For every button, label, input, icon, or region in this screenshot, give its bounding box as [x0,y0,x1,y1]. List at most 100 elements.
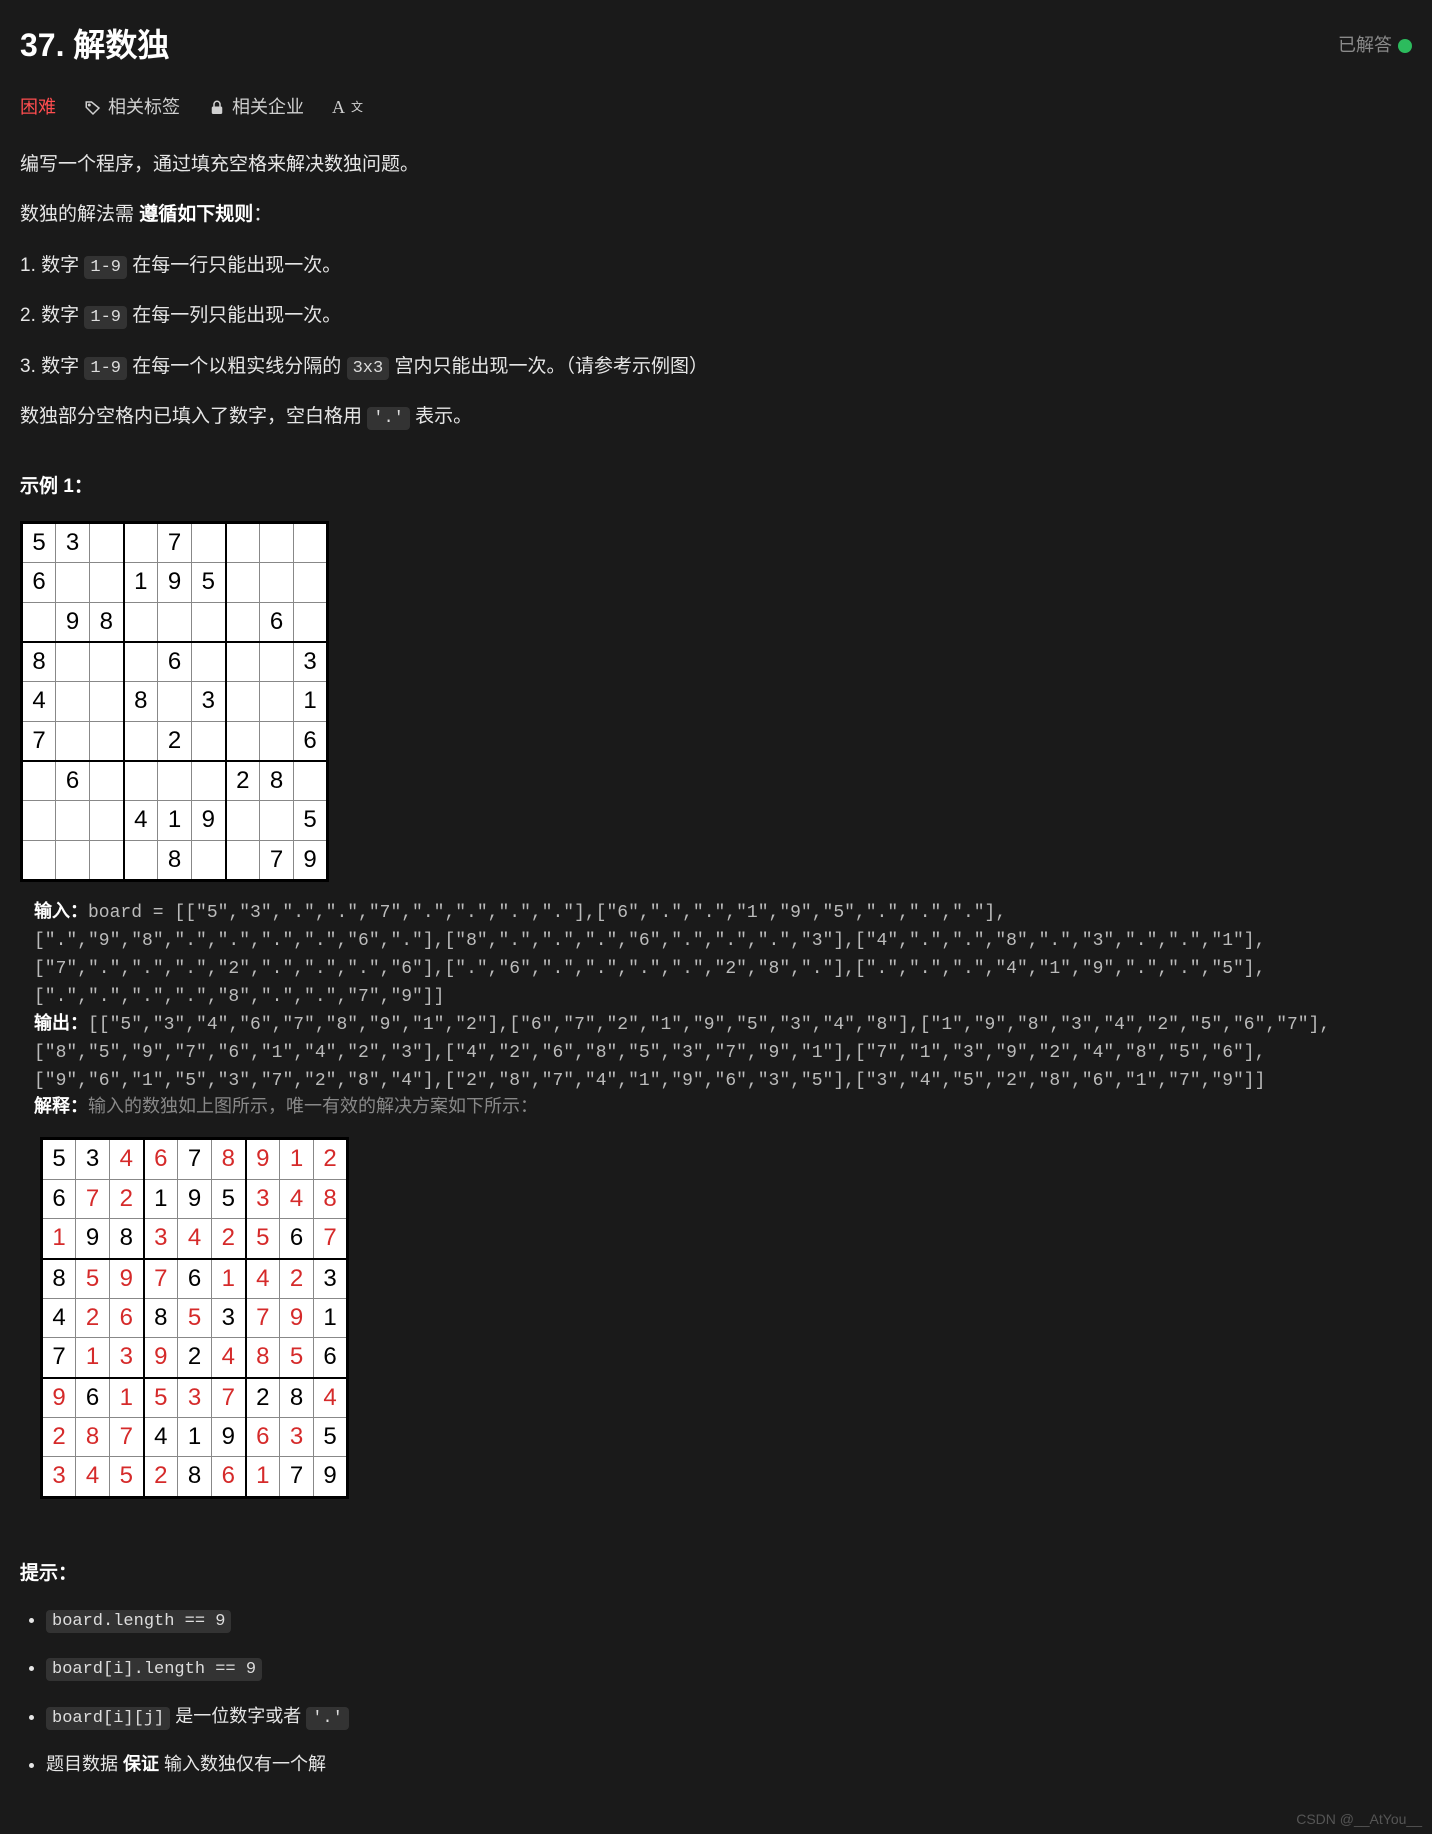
sudoku-cell [90,522,124,562]
sudoku-cell: 7 [260,840,294,880]
sudoku-cell: 8 [144,1298,178,1337]
sudoku-cell: 9 [110,1259,144,1299]
watermark: CSDN @__AtYou__ [1296,1808,1422,1830]
solved-status: 已解答 [1338,31,1412,60]
sudoku-cell: 2 [212,1219,246,1259]
sudoku-cell [226,642,260,682]
io-block: 输入：board = [["5","3",".",".","7",".","."… [34,900,1412,1123]
sudoku-cell [124,721,158,761]
rule2-code: 1-9 [84,306,127,329]
rule1-post: 在每一行只能出现一次。 [127,255,341,276]
tab-companies[interactable]: 相关企业 [208,93,304,122]
rule-3: 3. 数字 1-9 在每一个以粗实线分隔的 3x3 宫内只能出现一次。（请参考示… [20,352,1412,382]
tab-companies-label: 相关企业 [232,93,304,122]
solved-label: 已解答 [1338,31,1392,60]
rule1-code: 1-9 [84,256,127,279]
tab-tags[interactable]: 相关标签 [84,93,180,122]
sudoku-cell [260,642,294,682]
sudoku-cell: 4 [314,1378,348,1418]
sudoku-cell: 8 [280,1378,314,1418]
hints-list: board.length == 9board[i].length == 9boa… [20,1605,1412,1778]
sudoku-cell: 4 [246,1259,280,1299]
sudoku-cell [226,682,260,721]
input-label: 输入： [34,903,88,923]
output-label: 输出： [34,1015,88,1035]
sudoku-cell: 8 [110,1219,144,1259]
sudoku-cell: 5 [22,522,56,562]
sudoku-cell: 3 [144,1219,178,1259]
sudoku-cell: 7 [110,1418,144,1457]
sudoku-cell: 4 [42,1298,76,1337]
sudoku-cell: 6 [246,1418,280,1457]
sudoku-cell [192,761,226,801]
hint-item: board[i][j] 是一位数字或者 '.' [46,1702,1412,1732]
sudoku-cell: 1 [178,1418,212,1457]
sudoku-cell [226,801,260,840]
sudoku-cell: 4 [212,1338,246,1378]
sudoku-cell: 1 [144,1179,178,1218]
rule3-post: 宫内只能出现一次。（请参考示例图） [389,356,708,377]
sudoku-cell [22,801,56,840]
sudoku-cell [192,840,226,880]
sudoku-cell [90,642,124,682]
rule1-pre: 1. 数字 [20,255,84,276]
sudoku-cell: 6 [280,1219,314,1259]
sudoku-cell: 8 [212,1139,246,1179]
sudoku-cell: 9 [158,563,192,602]
solved-dot-icon [1398,39,1412,53]
sudoku-cell [90,801,124,840]
sudoku-cell [192,642,226,682]
sudoku-cell [226,721,260,761]
sudoku-cell [22,602,56,642]
sudoku-cell: 2 [144,1457,178,1497]
sudoku-cell: 7 [144,1259,178,1299]
sudoku-cell: 8 [260,761,294,801]
sudoku-cell: 7 [280,1457,314,1497]
sudoku-cell: 7 [158,522,192,562]
sudoku-cell: 2 [110,1179,144,1218]
sudoku-cell [226,522,260,562]
sudoku-cell: 1 [158,801,192,840]
tab-fontsize[interactable]: A文 [332,93,363,122]
sudoku-cell: 2 [178,1338,212,1378]
sudoku-cell: 9 [246,1139,280,1179]
sudoku-cell: 3 [178,1378,212,1418]
sudoku-cell: 6 [144,1139,178,1179]
sudoku-cell: 2 [280,1259,314,1299]
rule-2: 2. 数字 1-9 在每一列只能出现一次。 [20,301,1412,331]
hint-item: 题目数据 保证 输入数独仅有一个解 [46,1750,1412,1779]
sudoku-cell: 1 [212,1259,246,1299]
sudoku-cell: 1 [42,1219,76,1259]
note-pre: 数独部分空格内已填入了数字，空白格用 [20,406,367,427]
note-text: 数独部分空格内已填入了数字，空白格用 '.' 表示。 [20,402,1412,432]
sudoku-cell: 8 [42,1259,76,1299]
sudoku-cell: 7 [314,1219,348,1259]
sudoku-cell: 7 [178,1139,212,1179]
sudoku-cell: 5 [110,1457,144,1497]
sudoku-cell [260,522,294,562]
hint-item: board.length == 9 [46,1605,1412,1635]
sudoku-cell: 8 [158,840,192,880]
sudoku-cell: 6 [178,1259,212,1299]
sudoku-cell: 5 [178,1298,212,1337]
sudoku-cell: 1 [246,1457,280,1497]
sudoku-cell: 9 [212,1418,246,1457]
sudoku-cell: 9 [314,1457,348,1497]
sudoku-cell: 3 [76,1139,110,1179]
sudoku-cell [90,682,124,721]
sudoku-cell: 4 [124,801,158,840]
input-text: board = [["5","3",".",".","7",".",".",".… [34,903,1265,1007]
sudoku-cell [56,642,90,682]
sudoku-cell: 2 [226,761,260,801]
sudoku-cell: 3 [42,1457,76,1497]
sudoku-cell [124,602,158,642]
note-post: 表示。 [410,406,472,427]
fontsize-icon: A [332,93,345,122]
sudoku-cell: 6 [22,563,56,602]
sudoku-cell: 8 [178,1457,212,1497]
description: 编写一个程序，通过填充空格来解决数独问题。 数独的解法需 遵循如下规则： 1. … [20,150,1412,432]
sudoku-cell [56,721,90,761]
sudoku-cell [226,840,260,880]
sudoku-cell [226,602,260,642]
sudoku-cell: 3 [192,682,226,721]
